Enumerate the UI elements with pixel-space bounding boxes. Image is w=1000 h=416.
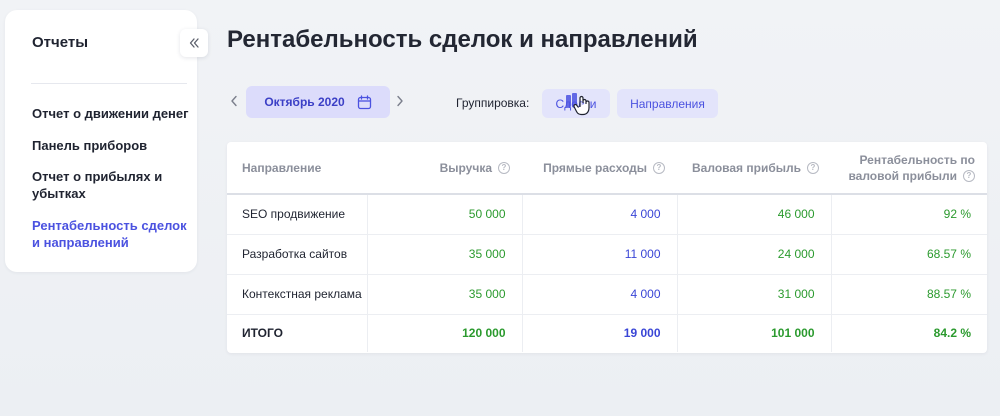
cell-gross-profit: 46 000	[676, 194, 831, 235]
prev-period-button[interactable]	[225, 92, 243, 110]
collapse-sidebar-button[interactable]	[180, 29, 208, 57]
sidebar-title: Отчеты	[32, 34, 89, 51]
period-picker-button[interactable]: Октябрь 2020	[246, 86, 390, 118]
sidebar-nav: Отчет о движении денег Панель приборов О…	[32, 105, 197, 251]
cell-direction: Разработка сайтов	[227, 234, 367, 275]
sidebar-item-profitability[interactable]: Рентабельность сделок и направлений	[32, 217, 197, 251]
cell-gross-profit: 24 000	[676, 234, 831, 275]
table-row[interactable]: SEO продвижение 50 000 4 000 46 000 92 %	[227, 194, 987, 235]
chevron-right-icon	[397, 95, 403, 107]
cell-total-label: ИТОГО	[242, 326, 283, 341]
profitability-table: Направление Выручка? Прямые расходы? Вал…	[227, 142, 987, 352]
cell-direct-costs: 11 000	[521, 234, 677, 275]
cell-total-direct-costs: 19 000	[521, 314, 677, 352]
grouping-directions-label: Направления	[630, 96, 705, 111]
page: Отчеты Отчет о движении денег Панель при…	[0, 0, 1000, 416]
sidebar-item-profit-loss[interactable]: Отчет о прибылях и убытках	[32, 168, 197, 202]
question-circle-icon[interactable]: ?	[807, 161, 819, 174]
table-total-row: ИТОГО 120 000 19 000 101 000 84.2 %	[227, 314, 987, 352]
column-header-direct-costs: Прямые расходы?	[522, 142, 677, 195]
question-circle-icon[interactable]: ?	[963, 169, 975, 182]
cell-direct-costs: 4 000	[521, 274, 677, 315]
cell-total-revenue: 120 000	[366, 314, 522, 352]
sidebar-item-cash-flow[interactable]: Отчет о движении денег	[32, 105, 197, 122]
cell-revenue: 35 000	[366, 274, 522, 315]
sidebar: Отчеты Отчет о движении денег Панель при…	[5, 10, 197, 272]
column-header-revenue: Выручка?	[367, 142, 522, 195]
cell-direction: Контекстная реклама	[227, 274, 367, 315]
hand-pointer-icon	[566, 93, 590, 116]
table-header-row: Направление Выручка? Прямые расходы? Вал…	[227, 142, 987, 195]
double-chevron-left-icon	[189, 38, 199, 48]
grouping-label: Группировка:	[456, 96, 530, 110]
cell-gross-margin: 92 %	[830, 194, 987, 235]
question-circle-icon[interactable]: ?	[498, 161, 510, 174]
next-period-button[interactable]	[391, 92, 409, 110]
period-label: Октябрь 2020	[264, 95, 345, 109]
cell-gross-margin: 68.57 %	[830, 234, 987, 275]
cell-total-gross-margin: 84.2 %	[830, 314, 987, 352]
profitability-table-card: Направление Выручка? Прямые расходы? Вал…	[227, 142, 987, 353]
question-circle-icon[interactable]: ?	[653, 161, 665, 174]
sidebar-divider	[31, 83, 187, 84]
page-title: Рентабельность сделок и направлений	[227, 26, 698, 53]
sidebar-item-dashboard[interactable]: Панель приборов	[32, 137, 197, 154]
table-row[interactable]: Контекстная реклама 35 000 4 000 31 000 …	[227, 274, 987, 315]
calendar-icon	[357, 94, 371, 109]
table-row[interactable]: Разработка сайтов 35 000 11 000 24 000 6…	[227, 234, 987, 275]
cell-total-gross-profit: 101 000	[676, 314, 831, 352]
cell-direct-costs: 4 000	[521, 194, 677, 235]
cell-revenue: 50 000	[366, 194, 522, 235]
column-header-direction: Направление	[227, 142, 367, 195]
grouping-directions-button[interactable]: Направления	[617, 89, 718, 118]
cell-gross-margin: 88.57 %	[830, 274, 987, 315]
cell-revenue: 35 000	[366, 234, 522, 275]
cell-direction: SEO продвижение	[227, 194, 367, 235]
chevron-left-icon	[231, 95, 237, 107]
cell-gross-profit: 31 000	[676, 274, 831, 315]
column-header-gross-margin: Рентабельность по валовой прибыли?	[831, 142, 987, 195]
column-header-gross-profit: Валовая прибыль?	[677, 142, 831, 195]
